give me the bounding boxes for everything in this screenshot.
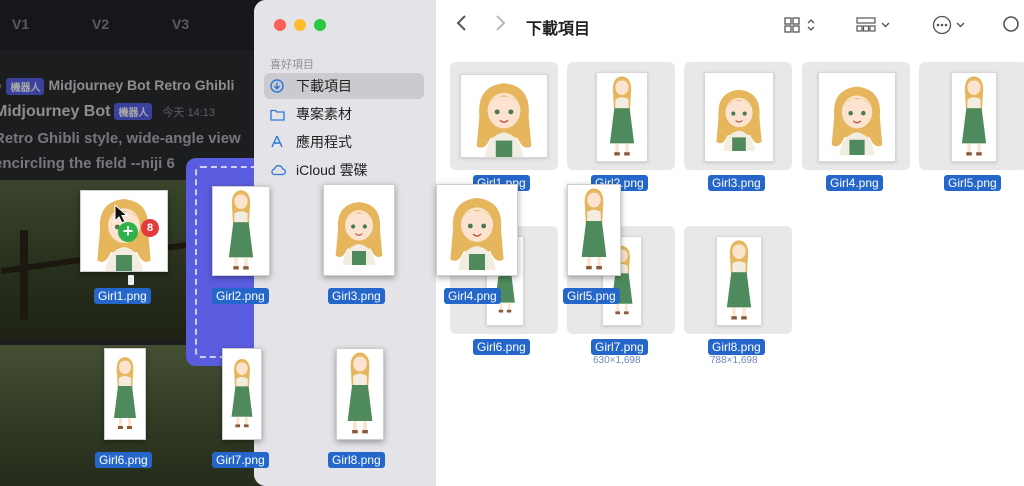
search-icon[interactable] <box>1002 15 1022 35</box>
cloud-icon <box>270 164 292 176</box>
thumbnail <box>596 72 648 162</box>
drag-thumb-girl2 <box>212 186 270 276</box>
file-item-girl5[interactable] <box>919 62 1024 170</box>
girl-illustration <box>831 86 883 155</box>
thumbnail-art <box>324 185 394 275</box>
drag-thumb-girl8 <box>336 348 384 440</box>
drag-thumb-girl3 <box>323 184 395 276</box>
girl-illustration <box>335 202 383 265</box>
sidebar-item-icloud[interactable]: iCloud 雲碟 <box>264 157 424 183</box>
thumbnail <box>704 72 774 162</box>
girl-illustration <box>476 83 532 157</box>
sidebar-item-label: iCloud 雲碟 <box>296 162 368 178</box>
drag-label: Girl5.png <box>563 288 620 304</box>
thumbnail-art <box>568 185 620 275</box>
file-name-label[interactable]: Girl5.png <box>944 175 1001 191</box>
thumbnail-art <box>337 349 383 439</box>
drag-thumb-girl7 <box>222 348 262 440</box>
file-item-girl2[interactable] <box>567 62 675 170</box>
file-item-girl8[interactable] <box>684 226 792 334</box>
girl-illustration <box>961 76 987 156</box>
group-by-icon[interactable] <box>856 17 892 33</box>
file-name-label[interactable]: Girl7.png <box>591 339 648 355</box>
thumbnail-art <box>437 185 517 275</box>
thumbnail <box>818 72 896 162</box>
sidebar-item-project-assets[interactable]: 專案素材 <box>264 101 424 127</box>
girl-illustration <box>228 190 254 270</box>
file-dimensions: 788×1,698 <box>710 355 758 366</box>
girl-illustration <box>347 352 373 434</box>
girl-illustration <box>609 76 635 156</box>
girl-illustration <box>716 89 762 151</box>
girl-illustration <box>581 188 607 270</box>
folder-icon <box>270 108 292 121</box>
thumbnail-art <box>105 349 145 439</box>
zoom-button[interactable] <box>314 19 326 31</box>
drag-label: Girl2.png <box>212 288 269 304</box>
girl-illustration <box>231 358 253 428</box>
more-options-icon[interactable] <box>932 15 968 35</box>
forward-icon[interactable] <box>494 14 506 32</box>
favorites-header: 喜好項目 <box>270 59 314 71</box>
sidebar-item-applications[interactable]: 應用程式 <box>264 129 424 155</box>
applications-icon <box>270 135 292 149</box>
thumbnail <box>716 236 762 326</box>
drag-label: Girl6.png <box>95 452 152 468</box>
file-item-girl3[interactable] <box>684 62 792 170</box>
thumbnail-art <box>717 237 761 325</box>
girl-illustration <box>114 357 136 429</box>
drag-thumb-girl6 <box>104 348 146 440</box>
drag-label: Girl3.png <box>328 288 385 304</box>
sidebar-item-downloads[interactable]: 下載項目 <box>264 73 424 99</box>
drag-label: Girl7.png <box>212 452 269 468</box>
minimize-button[interactable] <box>294 19 306 31</box>
thumbnail-art <box>952 73 996 161</box>
item-count-badge: 8 <box>141 219 159 237</box>
thumbnail-art <box>223 349 261 439</box>
grid-view-icon[interactable] <box>784 17 818 33</box>
back-icon[interactable] <box>456 14 468 32</box>
thumbnail-art <box>597 73 647 161</box>
drag-label: Girl8.png <box>328 452 385 468</box>
file-item-girl4[interactable] <box>802 62 910 170</box>
thumbnail-art <box>213 187 269 275</box>
thumbnail <box>460 74 548 158</box>
girl-illustration <box>726 240 752 320</box>
file-name-label[interactable]: Girl3.png <box>708 175 765 191</box>
sidebar-item-label: 下載項目 <box>296 78 352 94</box>
drag-anchor-icon <box>128 275 134 285</box>
sidebar-item-label: 專案素材 <box>296 106 352 122</box>
drag-label: Girl1.png <box>94 288 151 304</box>
file-name-label[interactable]: Girl6.png <box>473 339 530 355</box>
close-button[interactable] <box>274 19 286 31</box>
thumbnail <box>951 72 997 162</box>
file-dimensions: 630×1,698 <box>593 355 641 366</box>
drag-thumb-girl5 <box>567 184 621 276</box>
finder-toolbar: 下載項目 <box>436 0 1024 52</box>
window-title: 下載項目 <box>526 21 591 38</box>
thumbnail-art <box>705 73 773 161</box>
mouse-cursor-icon <box>114 204 128 224</box>
finder-main: 下載項目 Girl1.png Girl2.png Girl3.png Girl4… <box>436 0 1024 486</box>
copy-plus-icon: + <box>118 222 138 242</box>
thumbnail-art <box>461 75 547 157</box>
girl-illustration <box>450 198 504 270</box>
file-item-girl1[interactable] <box>450 62 558 170</box>
download-icon <box>270 79 292 93</box>
file-name-label[interactable]: Girl4.png <box>826 175 883 191</box>
drag-label: Girl4.png <box>444 288 501 304</box>
sidebar-item-label: 應用程式 <box>296 134 352 150</box>
drag-thumb-girl4 <box>436 184 518 276</box>
file-name-label[interactable]: Girl8.png <box>708 339 765 355</box>
thumbnail-art <box>819 73 895 161</box>
